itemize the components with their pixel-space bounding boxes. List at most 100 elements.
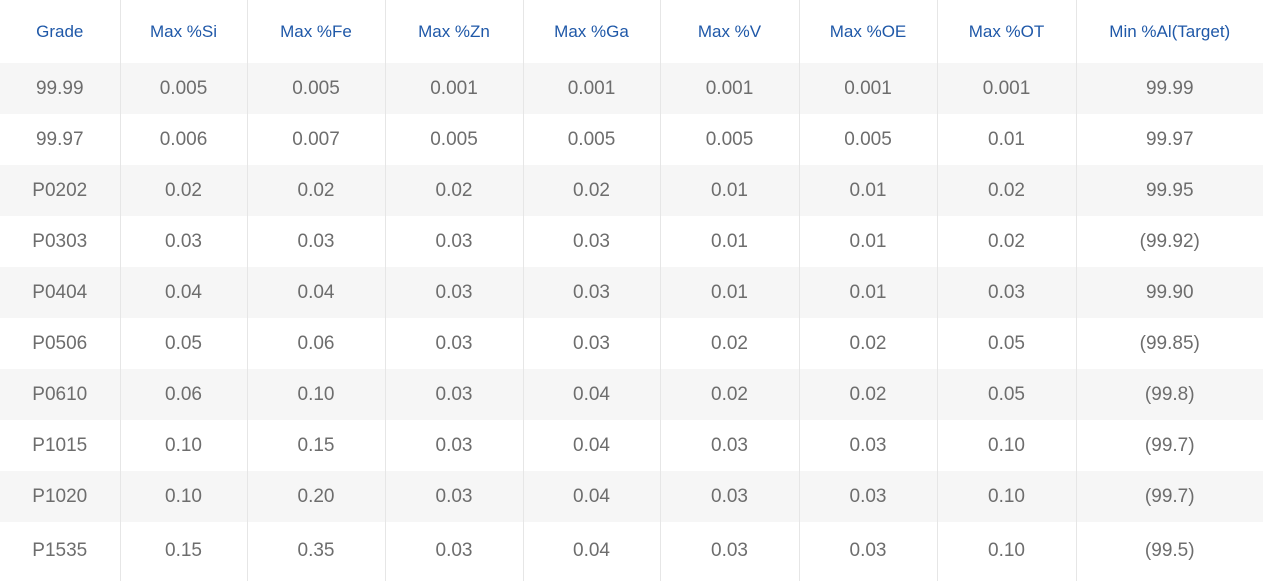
cell-fe: 0.20 xyxy=(247,471,386,522)
cell-grade: P0506 xyxy=(0,318,121,369)
cell-v: 0.02 xyxy=(660,318,800,369)
cell-v: 0.01 xyxy=(660,165,800,216)
cell-min-al: (99.7) xyxy=(1076,471,1263,522)
cell-oe: 0.03 xyxy=(799,471,938,522)
table-row: P0202 0.02 0.02 0.02 0.02 0.01 0.01 0.02 99.95 xyxy=(0,165,1263,216)
cell-si: 0.006 xyxy=(120,114,248,165)
cell-fe: 0.03 xyxy=(247,216,386,267)
cell-grade: P1015 xyxy=(0,420,121,471)
cell-v: 0.03 xyxy=(660,471,800,522)
column-header-v: Max %V xyxy=(660,0,800,63)
cell-si: 0.10 xyxy=(120,420,248,471)
cell-si: 0.04 xyxy=(120,267,248,318)
column-header-grade: Grade xyxy=(0,0,121,63)
cell-fe: 0.04 xyxy=(247,267,386,318)
cell-grade: 99.97 xyxy=(0,114,121,165)
cell-ga: 0.02 xyxy=(523,165,661,216)
cell-min-al: (99.7) xyxy=(1076,420,1263,471)
table-row: P1015 0.10 0.15 0.03 0.04 0.03 0.03 0.10 (99.7) xyxy=(0,420,1263,471)
cell-ga: 0.04 xyxy=(523,471,661,522)
column-header-si: Max %Si xyxy=(120,0,248,63)
cell-si: 0.03 xyxy=(120,216,248,267)
cell-fe: 0.35 xyxy=(247,522,386,581)
cell-si: 0.005 xyxy=(120,63,248,114)
cell-min-al: 99.99 xyxy=(1076,63,1263,114)
cell-min-al: (99.85) xyxy=(1076,318,1263,369)
cell-grade: P0303 xyxy=(0,216,121,267)
table-row: P0610 0.06 0.10 0.03 0.04 0.02 0.02 0.05 (99.8) xyxy=(0,369,1263,420)
cell-si: 0.05 xyxy=(120,318,248,369)
cell-fe: 0.15 xyxy=(247,420,386,471)
cell-oe: 0.005 xyxy=(799,114,938,165)
cell-zn: 0.03 xyxy=(385,471,524,522)
cell-si: 0.02 xyxy=(120,165,248,216)
cell-oe: 0.001 xyxy=(799,63,938,114)
cell-min-al: (99.8) xyxy=(1076,369,1263,420)
table-row: P1535 0.15 0.35 0.03 0.04 0.03 0.03 0.10 (99.5) xyxy=(0,522,1263,581)
cell-grade: P1020 xyxy=(0,471,121,522)
column-header-ga: Max %Ga xyxy=(523,0,661,63)
cell-zn: 0.03 xyxy=(385,267,524,318)
cell-ot: 0.02 xyxy=(937,216,1077,267)
cell-ga: 0.03 xyxy=(523,267,661,318)
cell-fe: 0.007 xyxy=(247,114,386,165)
cell-fe: 0.06 xyxy=(247,318,386,369)
cell-grade: P1535 xyxy=(0,522,121,581)
cell-si: 0.06 xyxy=(120,369,248,420)
column-header-min-al: Min %Al(Target) xyxy=(1109,21,1231,41)
cell-v: 0.03 xyxy=(660,522,800,581)
table-row: P0404 0.04 0.04 0.03 0.03 0.01 0.01 0.03 99.90 xyxy=(0,267,1263,318)
table-row: 99.97 0.006 0.007 0.005 0.005 0.005 0.005 0.01 9… xyxy=(0,114,1263,165)
cell-oe: 0.01 xyxy=(799,216,938,267)
column-header-fe: Max %Fe xyxy=(247,0,386,63)
cell-min-al: 99.90 xyxy=(1076,267,1263,318)
cell-ga: 0.005 xyxy=(523,114,661,165)
cell-fe: 0.02 xyxy=(247,165,386,216)
cell-oe: 0.02 xyxy=(799,369,938,420)
cell-grade: 99.99 xyxy=(0,63,121,114)
cell-min-al: 99.95 xyxy=(1076,165,1263,216)
cell-v: 0.01 xyxy=(660,216,800,267)
table-row: P0303 0.03 0.03 0.03 0.03 0.01 0.01 0.02 (99.92) xyxy=(0,216,1263,267)
cell-ga: 0.04 xyxy=(523,369,661,420)
cell-zn: 0.03 xyxy=(385,420,524,471)
cell-ot: 0.10 xyxy=(937,471,1077,522)
cell-ga: 0.03 xyxy=(523,216,661,267)
cell-ga: 0.04 xyxy=(523,522,661,581)
cell-oe: 0.01 xyxy=(799,165,938,216)
cell-ot: 0.001 xyxy=(937,63,1077,114)
table-row: P0506 0.05 0.06 0.03 0.03 0.02 0.02 0.05 (99.85) xyxy=(0,318,1263,369)
cell-grade: P0404 xyxy=(0,267,121,318)
header-row: Grade Max %Si Max %Fe Max %Zn Max %Ga Ma… xyxy=(0,0,1263,63)
cell-fe: 0.10 xyxy=(247,369,386,420)
cell-ot: 0.05 xyxy=(937,318,1077,369)
cell-ot: 0.10 xyxy=(937,420,1077,471)
cell-zn: 0.001 xyxy=(385,63,524,114)
cell-v: 0.02 xyxy=(660,369,800,420)
cell-zn: 0.03 xyxy=(385,369,524,420)
cell-ga: 0.001 xyxy=(523,63,661,114)
cell-oe: 0.01 xyxy=(799,267,938,318)
cell-ot: 0.01 xyxy=(937,114,1077,165)
cell-ot: 0.05 xyxy=(937,369,1077,420)
cell-v: 0.005 xyxy=(660,114,800,165)
cell-ot: 0.10 xyxy=(937,522,1077,581)
cell-grade: P0610 xyxy=(0,369,121,420)
cell-fe: 0.005 xyxy=(247,63,386,114)
column-header-zn: Max %Zn xyxy=(385,0,524,63)
cell-v: 0.001 xyxy=(660,63,800,114)
cell-zn: 0.03 xyxy=(385,522,524,581)
column-header-ot: Max %OT xyxy=(937,0,1077,63)
cell-v: 0.01 xyxy=(660,267,800,318)
column-header-oe: Max %OE xyxy=(799,0,938,63)
table-row: P1020 0.10 0.20 0.03 0.04 0.03 0.03 0.10 (99.7) xyxy=(0,471,1263,522)
cell-ga: 0.03 xyxy=(523,318,661,369)
cell-si: 0.15 xyxy=(120,522,248,581)
cell-oe: 0.02 xyxy=(799,318,938,369)
table-row: 99.99 0.005 0.005 0.001 0.001 0.001 0.001 0.001… xyxy=(0,63,1263,114)
cell-v: 0.03 xyxy=(660,420,800,471)
table-header: Grade Max %Si Max %Fe Max %Zn Max %Ga Ma… xyxy=(0,0,1263,63)
cell-zn: 0.005 xyxy=(385,114,524,165)
cell-ot: 0.03 xyxy=(937,267,1077,318)
cell-oe: 0.03 xyxy=(799,420,938,471)
